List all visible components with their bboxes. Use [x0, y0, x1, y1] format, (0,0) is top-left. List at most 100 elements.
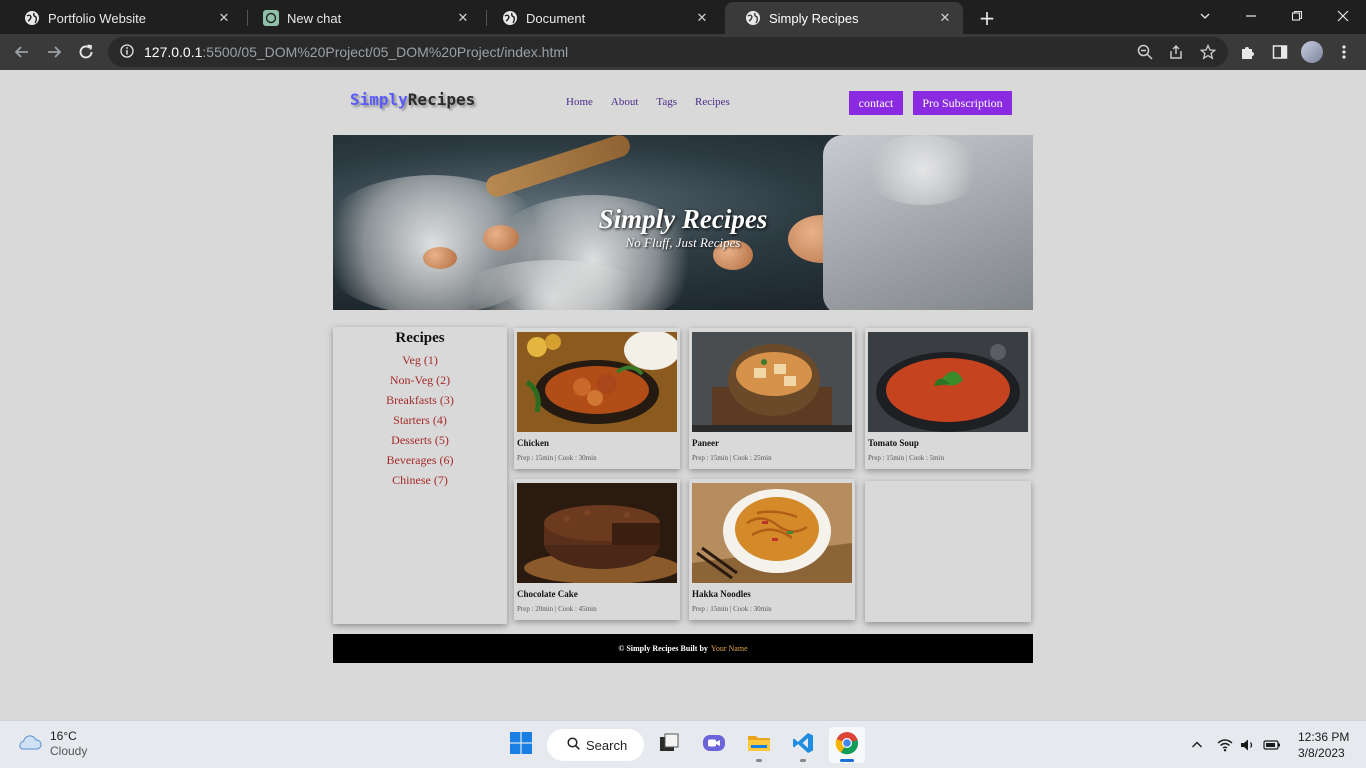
reload-icon[interactable] [72, 38, 100, 66]
bookmark-star-icon[interactable] [1194, 38, 1222, 66]
contact-button[interactable]: contact [849, 91, 903, 115]
nav-link-home[interactable]: Home [566, 96, 593, 108]
tab-simply-recipes[interactable]: Simply Recipes ✕ [725, 2, 963, 34]
recipe-times: Prep : 15min | Cook : 30min [692, 605, 772, 613]
tab-document[interactable]: Document ✕ [482, 2, 720, 34]
recipe-image-chocolate-cake [517, 483, 677, 583]
weather-temperature: 16°C [50, 729, 77, 743]
vscode-icon [792, 732, 814, 758]
tab-search-chevron-icon[interactable] [1182, 0, 1228, 32]
running-indicator [756, 759, 762, 762]
category-item-desserts[interactable]: Desserts (5) [333, 430, 507, 450]
category-item-breakfasts[interactable]: Breakfasts (3) [333, 390, 507, 410]
zoom-icon[interactable] [1131, 38, 1159, 66]
side-panel-icon[interactable] [1266, 38, 1294, 66]
wifi-icon[interactable] [1214, 731, 1236, 759]
category-item-beverages[interactable]: Beverages (6) [333, 450, 507, 470]
recipe-categories-sidebar: Recipes Veg (1) Non-Veg (2) Breakfasts (… [333, 327, 507, 624]
minimize-icon[interactable] [1228, 0, 1274, 32]
close-icon[interactable]: ✕ [455, 10, 471, 26]
taskbar-search[interactable]: Search [547, 729, 644, 761]
search-label: Search [586, 737, 628, 753]
recipe-name: Tomato Soup [868, 438, 919, 448]
back-arrow-icon[interactable] [8, 38, 36, 66]
profile-avatar[interactable] [1301, 41, 1323, 63]
cloud-icon [16, 732, 42, 756]
task-view-button[interactable] [651, 727, 687, 763]
nav-link-recipes[interactable]: Recipes [695, 96, 730, 108]
nav-links: Home About Tags Recipes [566, 96, 748, 108]
tab-title: Portfolio Website [48, 10, 147, 26]
file-explorer-app[interactable] [741, 727, 777, 763]
logo-part-simply: Simply [350, 90, 408, 109]
battery-icon[interactable] [1261, 731, 1283, 759]
extensions-puzzle-icon[interactable] [1234, 38, 1262, 66]
openai-icon [263, 10, 279, 26]
logo-part-recipes: Recipes [407, 90, 476, 109]
pro-subscription-button[interactable]: Pro Subscription [913, 91, 1012, 115]
vscode-app[interactable] [785, 727, 821, 763]
nav-link-about[interactable]: About [611, 96, 639, 108]
recipe-image-chicken [517, 332, 677, 432]
recipe-card-paneer[interactable]: Paneer Prep : 15min | Cook : 25min [689, 328, 855, 469]
tab-new-chat[interactable]: New chat ✕ [243, 2, 481, 34]
new-tab-button[interactable]: + [974, 5, 1000, 31]
taskbar-clock[interactable]: 12:36 PM 3/8/2023 [1298, 729, 1349, 761]
category-item-non-veg[interactable]: Non-Veg (2) [333, 370, 507, 390]
clock-time: 12:36 PM [1298, 730, 1350, 744]
hero-title: Simply Recipes [598, 204, 768, 234]
show-hidden-icons-chevron-icon[interactable] [1186, 731, 1208, 759]
recipe-times: Prep : 20min | Cook : 45min [517, 605, 597, 613]
start-button[interactable] [503, 727, 539, 763]
footer-author-link[interactable]: Your Name [711, 644, 748, 653]
recipe-name: Chocolate Cake [517, 589, 578, 599]
category-item-veg[interactable]: Veg (1) [333, 350, 507, 370]
recipe-name: Paneer [692, 438, 719, 448]
hero-text: Simply Recipes No Fluff, Just Recipes [333, 135, 1033, 310]
teams-chat-app[interactable] [696, 727, 732, 763]
category-item-starters[interactable]: Starters (4) [333, 410, 507, 430]
recipe-card-chocolate-cake[interactable]: Chocolate Cake Prep : 20min | Cook : 45m… [514, 479, 680, 620]
nav-link-tags[interactable]: Tags [656, 96, 677, 108]
empty-recipe-card [865, 481, 1031, 622]
site-footer: © Simply Recipes Built by Your Name [333, 634, 1033, 663]
recipe-times: Prep : 15min | Cook : 30min [517, 454, 597, 462]
close-window-icon[interactable] [1320, 0, 1366, 32]
globe-icon [745, 10, 761, 26]
category-item-chinese[interactable]: Chinese (7) [333, 470, 507, 490]
browser-tab-strip: Portfolio Website ✕ New chat ✕ Document … [0, 0, 1366, 34]
globe-icon [502, 10, 518, 26]
restore-icon[interactable] [1274, 0, 1320, 32]
recipe-card-chicken[interactable]: Chicken Prep : 15min | Cook : 30min [514, 328, 680, 469]
sidebar-title: Recipes [395, 330, 445, 346]
chrome-icon [835, 731, 859, 759]
recipe-image-hakka-noodles [692, 483, 852, 583]
hero-subtitle: No Fluff, Just Recipes [625, 235, 741, 250]
close-icon[interactable]: ✕ [694, 10, 710, 26]
running-indicator [800, 759, 806, 762]
share-icon[interactable] [1162, 38, 1190, 66]
weather-widget[interactable]: 16°C Cloudy [16, 729, 87, 759]
video-chat-icon [702, 732, 726, 758]
recipe-name: Chicken [517, 438, 550, 448]
search-icon [567, 737, 580, 753]
windows-logo-icon [510, 732, 532, 758]
site-info-icon[interactable] [120, 43, 134, 62]
more-menu-icon[interactable] [1330, 38, 1358, 66]
address-bar[interactable]: 127.0.0.1:5500/05_DOM%20Project/05_DOM%2… [108, 37, 1228, 67]
close-icon[interactable]: ✕ [216, 10, 232, 26]
weather-condition: Cloudy [50, 744, 88, 758]
volume-icon[interactable] [1237, 731, 1259, 759]
recipe-card-tomato-soup[interactable]: Tomato Soup Prep : 15min | Cook : 5min [865, 328, 1031, 469]
chrome-app[interactable] [829, 727, 865, 763]
forward-arrow-icon[interactable] [40, 38, 68, 66]
url-host: 127.0.0.1 [144, 44, 203, 60]
recipe-image-paneer [692, 332, 852, 432]
close-icon[interactable]: ✕ [937, 10, 953, 26]
tab-title: Document [526, 10, 586, 26]
recipe-card-hakka-noodles[interactable]: Hakka Noodles Prep : 15min | Cook : 30mi… [689, 479, 855, 620]
site-logo[interactable]: SimplyRecipes [350, 90, 475, 109]
clock-date: 3/8/2023 [1298, 746, 1345, 760]
recipe-times: Prep : 15min | Cook : 25min [692, 454, 772, 462]
tab-portfolio-website[interactable]: Portfolio Website ✕ [4, 2, 242, 34]
